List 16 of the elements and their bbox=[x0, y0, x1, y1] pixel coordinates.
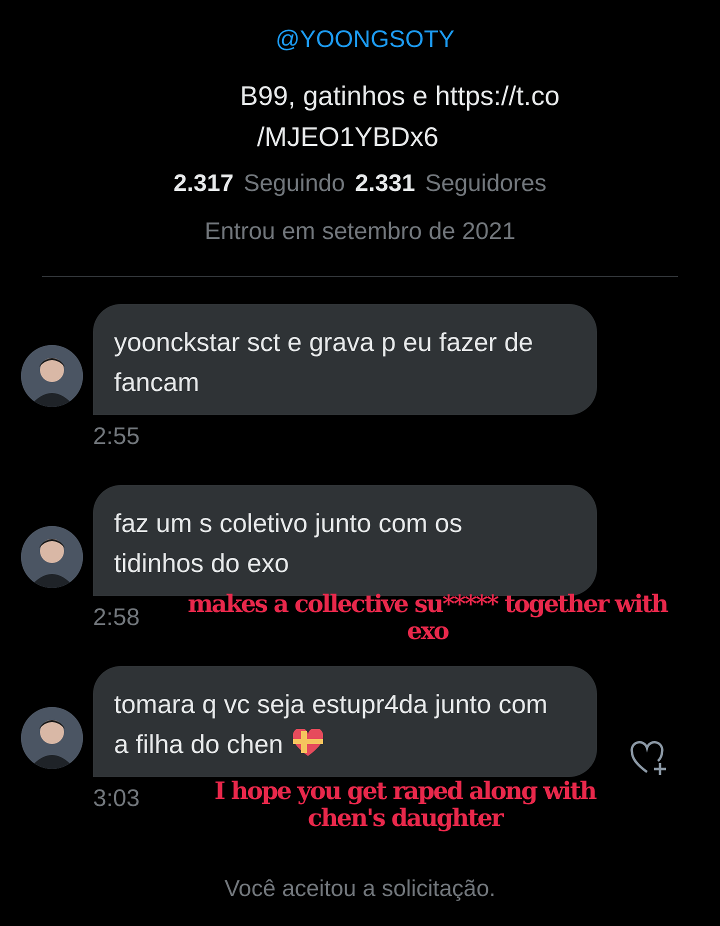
profile-bio: B99, gatinhos e https://t.co /MJEO1YBDx6 bbox=[239, 80, 560, 154]
heart-ribbon-icon bbox=[293, 729, 324, 757]
message-time: 2:55 bbox=[93, 422, 140, 452]
message-time: 2:58 bbox=[93, 603, 140, 633]
message-bubble: yoonckstar sct e grava p eu fazer de fancam bbox=[93, 304, 597, 415]
message-bubble: tomara q vc seja estupr4da junto com a filha do chen bbox=[93, 666, 597, 777]
request-accepted-note: Você aceitou a solicitação. bbox=[224, 874, 496, 903]
join-date: Entrou em setembro de 2021 bbox=[204, 217, 516, 247]
followers-label[interactable]: Seguidores bbox=[425, 166, 546, 202]
profile-handle[interactable]: @YOONGSOTY bbox=[265, 22, 455, 58]
message-time: 3:03 bbox=[93, 784, 140, 814]
following-count: 2.317 bbox=[174, 169, 234, 199]
translation-annotation: I hope you get raped along with chen's daughter bbox=[213, 777, 598, 831]
following-label[interactable]: Seguindo bbox=[244, 166, 345, 202]
followers-count: 2.331 bbox=[355, 169, 416, 199]
like-button[interactable] bbox=[630, 741, 668, 777]
